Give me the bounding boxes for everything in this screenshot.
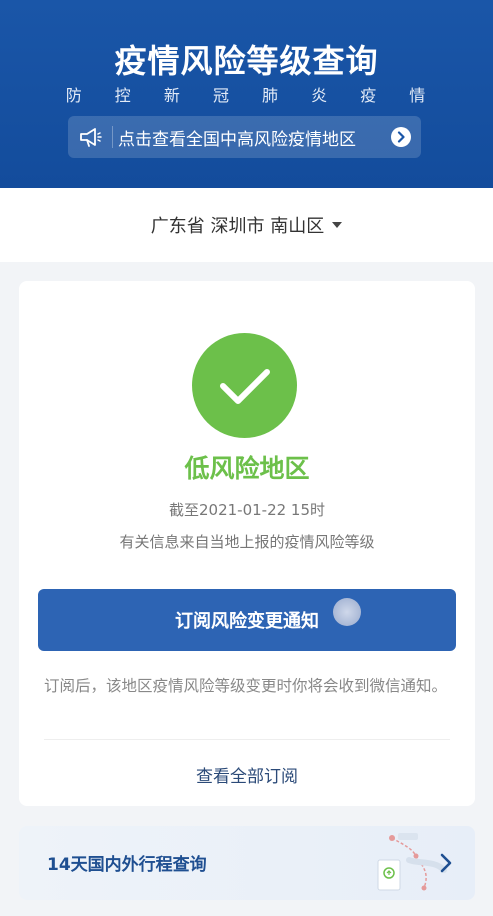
risk-status-card: 低风险地区 截至2021-01-22 15时 有关信息来自当地上报的疫情风险等级…: [19, 281, 475, 806]
trip-query-card[interactable]: 14天国内外行程查询: [19, 826, 475, 900]
trip-query-label: 14天国内外行程查询: [47, 855, 207, 875]
view-all-subscriptions-link[interactable]: 查看全部订阅: [19, 762, 475, 787]
page-title: 疫情风险等级查询: [114, 42, 379, 80]
touch-indicator: [333, 598, 361, 626]
caret-down-icon: [332, 222, 343, 228]
check-icon: [192, 333, 297, 438]
risk-areas-notice[interactable]: 点击查看全国中高风险疫情地区: [68, 116, 421, 158]
chevron-right-icon[interactable]: [391, 127, 411, 147]
risk-level-text: 低风险地区: [184, 454, 310, 483]
as-of-time: 截至2021-01-22 15时: [168, 501, 326, 519]
chevron-right-icon: [440, 853, 452, 873]
divider: [44, 739, 450, 740]
header: 疫情风险等级查询 防 控 新 冠 肺 炎 疫 情 点击查看全国中高风险疫情地区: [0, 0, 493, 188]
info-source: 有关信息来自当地上报的疫情风险等级: [119, 533, 375, 551]
notice-text: 点击查看全国中高风险疫情地区: [118, 129, 356, 150]
subscribe-note: 订阅后，该地区疫情风险等级变更时你将会收到微信通知。: [44, 677, 448, 695]
location-text: 广东省 深圳市 南山区: [150, 216, 325, 237]
subscribe-button[interactable]: 订阅风险变更通知: [38, 589, 456, 651]
megaphone-icon: [68, 116, 112, 158]
notice-divider: [112, 126, 113, 148]
page-subtitle: 防 控 新 冠 肺 炎 疫 情: [65, 86, 440, 105]
location-selector[interactable]: 广东省 深圳市 南山区: [0, 188, 493, 262]
